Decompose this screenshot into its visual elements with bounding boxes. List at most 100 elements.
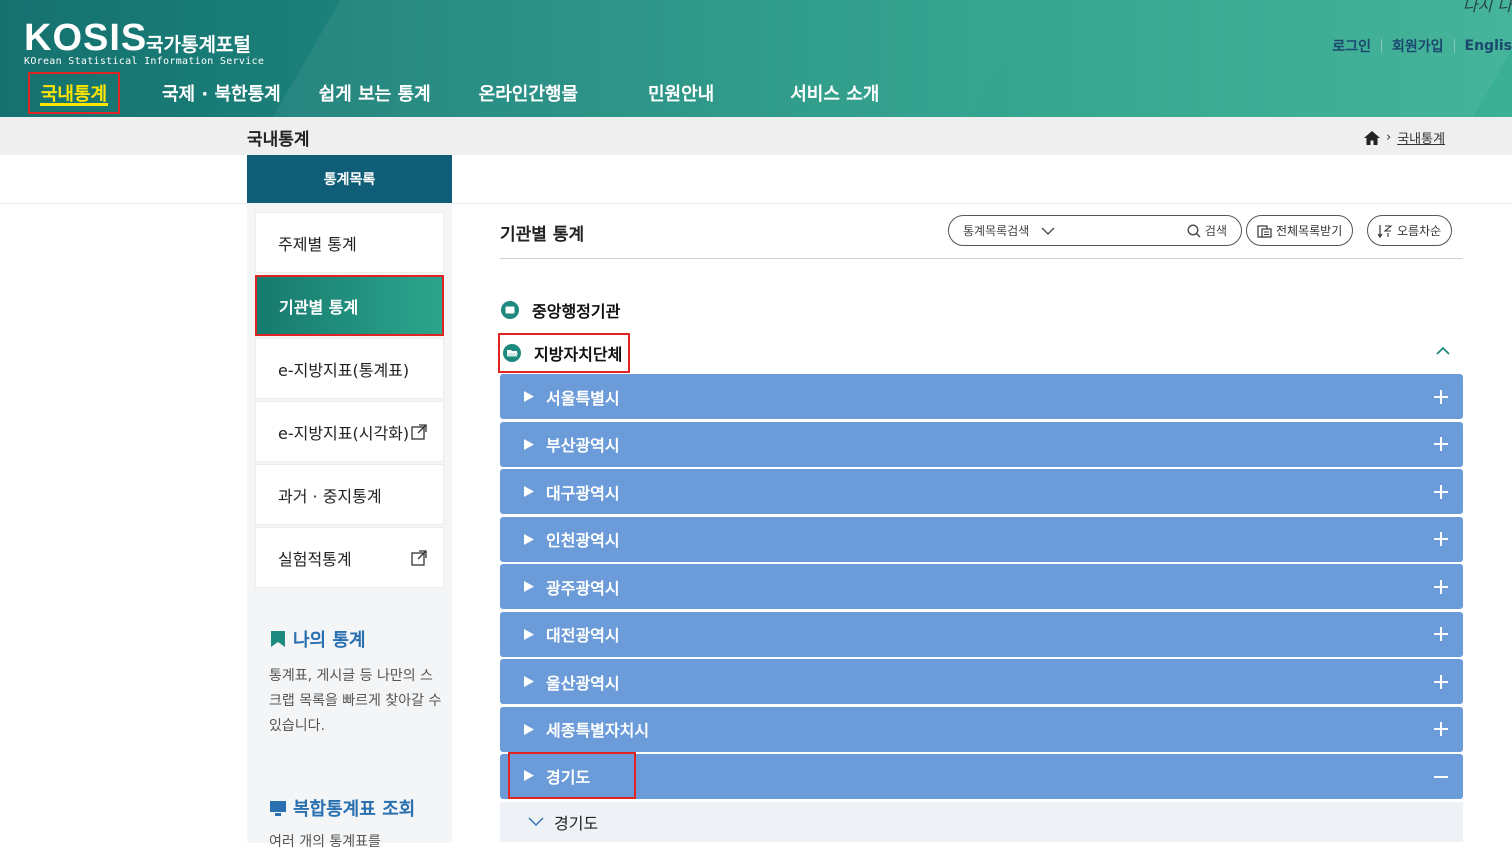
sidebar-menu: 주제별 통계 기관별 통계 e-지방지표(통계표) e-지방지표(시각화) 과거… bbox=[255, 212, 444, 590]
english-link[interactable]: Englis bbox=[1465, 38, 1512, 54]
plus-icon[interactable] bbox=[1433, 484, 1449, 500]
sort-label: 오름차순 bbox=[1397, 224, 1442, 238]
org-label: 지방자치단체 bbox=[534, 345, 623, 364]
region-incheon[interactable]: 인천광역시 bbox=[500, 516, 1463, 562]
folder-closed-icon bbox=[501, 301, 519, 319]
org-central-admin[interactable]: 중앙행정기관 bbox=[500, 298, 620, 322]
sort-icon bbox=[1378, 224, 1393, 238]
region-label: 부산광역시 bbox=[546, 436, 620, 455]
signup-link[interactable]: 회원가입 bbox=[1392, 36, 1444, 56]
region-seoul[interactable]: 서울특별시 bbox=[500, 374, 1463, 419]
region-label: 경기도 bbox=[546, 767, 591, 787]
logo-korean-name: 국가통계포털 bbox=[146, 34, 251, 56]
sidebar-item-topic-stats[interactable]: 주제별 통계 bbox=[255, 212, 444, 273]
bookmark-icon bbox=[271, 631, 285, 647]
triangle-right-icon bbox=[524, 486, 534, 497]
logo-subtitle: KOrean Statistical Information Service bbox=[24, 56, 265, 67]
utility-links: 로그인 회원가입 Englis bbox=[1332, 36, 1512, 56]
sort-ascending-button[interactable]: 오름차순 bbox=[1367, 215, 1453, 246]
region-busan[interactable]: 부산광역시 bbox=[500, 421, 1463, 467]
search-button[interactable]: 검색 bbox=[1187, 222, 1227, 239]
search-select[interactable]: 통계목록검색 bbox=[963, 222, 1055, 239]
plus-icon[interactable] bbox=[1433, 721, 1449, 737]
combined-table-panel[interactable]: 복합통계표 조회 여러 개의 통계표를 bbox=[269, 795, 444, 851]
region-daegu[interactable]: 대구광역시 bbox=[500, 469, 1463, 514]
folder-open-icon bbox=[503, 344, 521, 362]
plus-icon[interactable] bbox=[1433, 674, 1449, 690]
corner-text: 나시 나 bbox=[1462, 0, 1512, 15]
divider bbox=[1380, 39, 1382, 53]
sidebar-item-label: 과거 · 중지통계 bbox=[278, 486, 382, 506]
region-label: 대구광역시 bbox=[546, 483, 620, 503]
region-label: 대전광역시 bbox=[546, 626, 620, 645]
chevron-up-icon[interactable] bbox=[1435, 344, 1451, 356]
sidebar-item-label: e-지방지표(시각화) bbox=[278, 423, 410, 443]
search-button-label: 검색 bbox=[1204, 224, 1227, 238]
login-link[interactable]: 로그인 bbox=[1332, 36, 1371, 56]
main-nav: 국내통계 국제 · 북한통계 쉽게 보는 통계 온라인간행물 민원안내 서비스 … bbox=[28, 72, 879, 114]
triangle-right-icon bbox=[524, 438, 534, 450]
org-label: 중앙행정기관 bbox=[532, 302, 621, 321]
chevron-down-icon bbox=[1041, 227, 1055, 235]
breadcrumb-current[interactable]: 국내통계 bbox=[1397, 128, 1445, 147]
sidebar-item-label: 주제별 통계 bbox=[278, 234, 357, 254]
region-gwangju[interactable]: 광주광역시 bbox=[500, 564, 1463, 609]
sub-item-label: 경기도 bbox=[554, 813, 599, 833]
plus-icon[interactable] bbox=[1433, 436, 1449, 452]
nav-domestic-stats[interactable]: 국내통계 bbox=[28, 72, 120, 114]
sidebar-item-e-local-visual[interactable]: e-지방지표(시각화) bbox=[255, 401, 444, 462]
monitor-icon bbox=[270, 801, 286, 816]
chevron-down-icon bbox=[528, 817, 544, 826]
region-label: 인천광역시 bbox=[546, 531, 620, 550]
plus-icon[interactable] bbox=[1433, 579, 1449, 595]
my-stats-panel[interactable]: 나의 통계 통계표, 게시글 등 나만의 스크랩 목록을 빠르게 찾아갈 수 있… bbox=[269, 626, 444, 739]
external-link-icon bbox=[411, 549, 427, 566]
kosis-logo[interactable]: KOSIS 국가통계포털 KOrean Statistical Informat… bbox=[24, 19, 265, 67]
sidebar-item-experimental-stats[interactable]: 실험적통계 bbox=[255, 527, 444, 588]
sidebar-item-e-local-table[interactable]: e-지방지표(통계표) bbox=[255, 338, 444, 399]
sidebar-item-label: 기관별 통계 bbox=[279, 297, 359, 317]
nav-service-intro[interactable]: 서비스 소개 bbox=[790, 72, 879, 114]
section-title: 기관별 통계 bbox=[500, 225, 585, 245]
region-gyeonggi-highlight: 경기도 bbox=[508, 752, 637, 799]
chevron-right-icon: › bbox=[1386, 130, 1392, 145]
region-gyeonggi[interactable]: 경기도 bbox=[500, 752, 1463, 799]
external-link-icon bbox=[411, 423, 427, 440]
minus-icon[interactable] bbox=[1433, 769, 1449, 785]
plus-icon[interactable] bbox=[1433, 626, 1449, 642]
nav-easy-stats[interactable]: 쉽게 보는 통계 bbox=[319, 72, 431, 114]
triangle-right-icon bbox=[524, 723, 534, 735]
my-stats-title-text: 나의 통계 bbox=[293, 630, 366, 651]
triangle-right-icon bbox=[524, 628, 534, 640]
sidebar-heading: 통계목록 bbox=[247, 155, 452, 203]
my-stats-title: 나의 통계 bbox=[269, 626, 444, 652]
download-all-button[interactable]: 전체목록받기 bbox=[1246, 215, 1354, 246]
triangle-right-icon bbox=[524, 770, 534, 781]
triangle-right-icon bbox=[524, 676, 534, 687]
nav-international-stats[interactable]: 국제 · 북한통계 bbox=[162, 72, 281, 114]
divider bbox=[0, 203, 1512, 204]
plus-icon[interactable] bbox=[1433, 531, 1449, 547]
sidebar-item-label: e-지방지표(통계표) bbox=[278, 360, 410, 380]
region-ulsan[interactable]: 울산광역시 bbox=[500, 659, 1463, 704]
plus-icon[interactable] bbox=[1433, 389, 1449, 405]
region-label: 울산광역시 bbox=[546, 673, 620, 693]
region-daejeon[interactable]: 대전광역시 bbox=[500, 611, 1463, 657]
breadcrumb: › 국내통계 bbox=[1364, 128, 1445, 147]
org-local-government[interactable]: 지방자치단체 bbox=[498, 333, 631, 373]
catalog-search[interactable]: 통계목록검색 검색 bbox=[948, 215, 1242, 246]
combined-table-title: 복합통계표 조회 bbox=[269, 795, 444, 821]
site-header: KOSIS 국가통계포털 KOrean Statistical Informat… bbox=[0, 0, 1512, 117]
nav-online-publications[interactable]: 온라인간행물 bbox=[479, 72, 578, 114]
sidebar-item-past-stats[interactable]: 과거 · 중지통계 bbox=[255, 464, 444, 525]
divider bbox=[1453, 39, 1455, 53]
nav-civil-service[interactable]: 민원안내 bbox=[648, 72, 714, 114]
page-title: 국내통계 bbox=[247, 130, 310, 150]
region-label: 광주광역시 bbox=[546, 578, 620, 598]
home-icon[interactable] bbox=[1364, 130, 1380, 145]
region-sejong[interactable]: 세종특별자치시 bbox=[500, 706, 1463, 752]
divider bbox=[500, 258, 1463, 259]
sidebar-item-agency-stats[interactable]: 기관별 통계 bbox=[255, 275, 444, 336]
triangle-right-icon bbox=[524, 391, 534, 402]
region-sub-item-gyeonggi[interactable]: 경기도 bbox=[500, 801, 1463, 842]
